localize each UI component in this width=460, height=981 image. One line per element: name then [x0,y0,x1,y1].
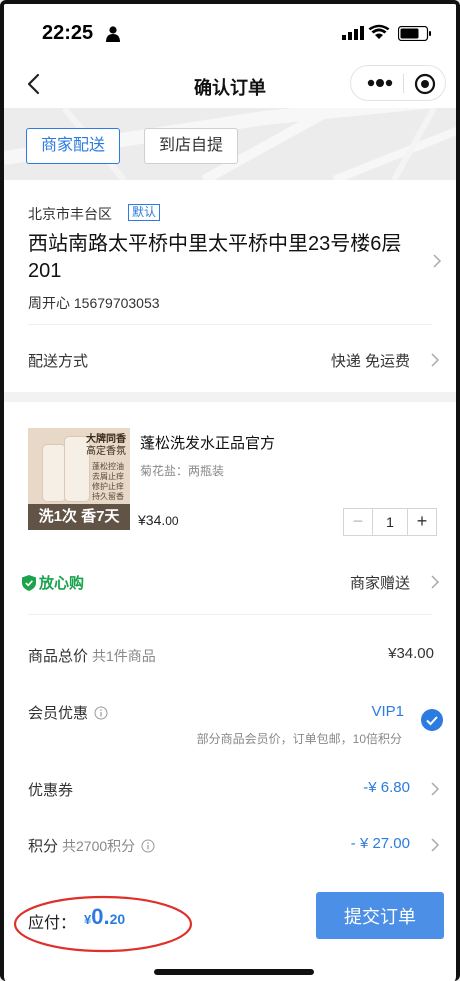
address-detail: 西站南路太平桥中里太平桥中里23号楼6层201 [28,233,402,282]
quantity-value[interactable]: 1 [372,509,408,535]
status-time: 22:25 [42,22,94,44]
payable-label: 应付： [28,915,77,932]
feature-line: 蓬松控油 [92,462,124,471]
mini-program-capsule [350,65,446,101]
checkout-bar: 应付： ¥0.20 提交订单 [4,882,456,981]
wifi-icon [368,24,390,39]
image-text-line: 大牌同香 [86,434,126,445]
feature-line: 去屑止痒 [92,472,124,481]
bottle-graphic [42,444,66,502]
feature-line: 修护止痒 [92,482,124,491]
map-background: 商家配送 到店自提 [4,108,456,180]
home-indicator [154,969,314,975]
decrease-button[interactable]: − [344,509,372,535]
product-spec: 菊花盐：两瓶装 [140,464,225,478]
more-icon[interactable] [365,77,395,89]
tab-merchant-delivery[interactable]: 商家配送 [26,128,121,164]
chevron-right-icon [433,254,442,268]
close-target-icon[interactable] [414,73,436,95]
payable-amount: ¥0.20 [84,904,125,930]
divider [28,324,432,325]
chevron-right-icon [431,353,440,367]
product-price: ¥34.00 [138,512,179,528]
divider [28,614,432,615]
nav-bar: 确认订单 [4,62,456,108]
signal-icon [342,26,364,40]
coupon-value[interactable]: -¥ 6.80 [363,779,410,796]
address-region: 北京市丰台区 [28,206,112,222]
label-text: 积分 [28,838,59,855]
checkbox-checked-icon[interactable] [421,709,443,731]
shipping-label: 配送方式 [28,353,89,370]
feature-line: 持久留香 [92,492,124,501]
goods-total-value: ¥34.00 [388,645,434,662]
coupon-label: 优惠券 [28,782,74,799]
product-image-features: 蓬松控油 去屑止痒 修护止痒 持久留香 [92,462,124,502]
shield-check-icon [22,575,36,591]
shipping-value[interactable]: 快递 免运费 [331,350,410,371]
status-bar: 22:25 [4,4,456,62]
chevron-right-icon [431,782,440,796]
person-icon [106,26,120,42]
label-text: 会员优惠 [28,705,89,722]
product-image-banner: 洗1次 香7天 [28,504,130,530]
assurance-text: 放心购 [39,575,85,592]
price-decimal: 00 [165,514,179,528]
goods-count: 共1件商品 [92,648,156,664]
member-discount-label: 会员优惠 [28,702,108,723]
member-note: 部分商品会员价，订单包邮，10倍积分 [196,732,402,746]
capsule-divider [403,74,404,93]
tab-store-pickup[interactable]: 到店自提 [144,128,239,164]
price-integer: ¥34. [138,512,166,528]
assurance-label: 放心购 [22,572,84,593]
chevron-right-icon [431,838,440,852]
points-total: 共2700积分 [62,838,136,854]
amount-decimal: 20 [109,911,126,927]
info-icon[interactable] [94,706,108,720]
battery-icon [398,26,431,41]
increase-button[interactable]: + [408,509,436,535]
default-badge: 默认 [128,204,161,221]
gift-link[interactable]: 商家赠送 [350,572,410,593]
address-card[interactable]: 北京市丰台区 默认 西站南路太平桥中里太平桥中里23号楼6层201 周开心 15… [4,180,456,392]
member-level: VIP1 [371,703,404,720]
product-card: 大牌同香 高定香氛 蓬松控油 去屑止痒 修护止痒 持久留香 洗1次 香7天 蓬松… [4,402,456,882]
phone-screen: 22:25 确认订单 商家配送 到店自提 北京市丰台区 默认 西站南路太平桥中里… [0,0,460,981]
info-icon[interactable] [141,839,155,853]
chevron-right-icon [431,575,440,589]
points-label: 积分 共2700积分 [28,835,155,856]
product-image[interactable]: 大牌同香 高定香氛 蓬松控油 去屑止痒 修护止痒 持久留香 洗1次 香7天 [28,428,130,530]
quantity-stepper: − 1 + [343,508,437,536]
goods-total-label: 商品总价 共1件商品 [28,645,156,666]
product-image-caption: 大牌同香 高定香氛 [86,434,126,458]
amount-integer: 0. [91,904,110,929]
points-value[interactable]: - ¥ 27.00 [351,835,410,852]
submit-order-button[interactable]: 提交订单 [316,892,444,939]
product-name: 蓬松洗发水正品官方 [140,435,276,452]
address-contact: 周开心 15679703053 [28,295,160,311]
label-text: 商品总价 [28,648,89,665]
image-text-line: 高定香氛 [86,446,126,457]
